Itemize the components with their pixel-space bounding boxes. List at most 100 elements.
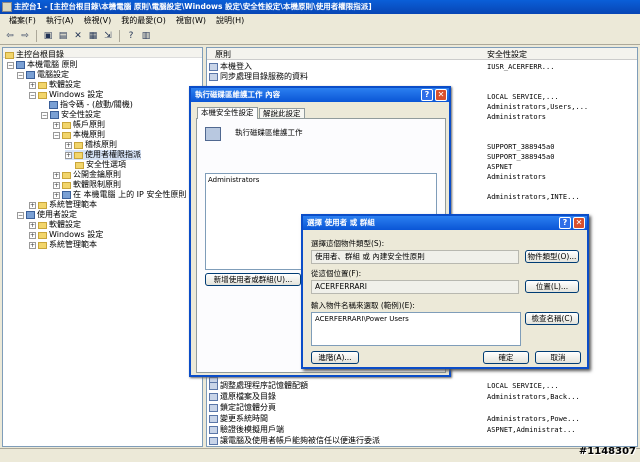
- tree-item-security-settings[interactable]: − 安全性設定: [41, 110, 101, 120]
- locations-button[interactable]: 位置(L)...: [525, 280, 579, 293]
- list-item[interactable]: 驗證後模擬用戶端: [209, 425, 284, 435]
- setting-value: SUPPORT_388945a0: [487, 143, 555, 151]
- folder-icon: [62, 121, 71, 129]
- dialog-title: 執行磁碟區維護工作 內容: [195, 90, 281, 99]
- menu-bar: 檔案(F) 執行(A) 檢視(V) 我的最愛(O) 視窗(W) 說明(H): [0, 14, 640, 28]
- folder-icon: [5, 51, 14, 59]
- cancel-button[interactable]: 取消: [535, 351, 581, 364]
- network-icon: [62, 191, 71, 199]
- tree-item-user-rights[interactable]: + 使用者權限指派: [65, 150, 141, 160]
- tree-item-ipsec[interactable]: + 在 本機電腦 上的 IP 安全性原則: [53, 190, 186, 200]
- tree-item-console-root[interactable]: 主控台根目錄: [5, 50, 64, 60]
- tab-local-security[interactable]: 本機安全性設定: [197, 107, 258, 119]
- folder-icon: [62, 181, 71, 189]
- tree-item-local-policy[interactable]: − 本機電腦 原則: [7, 60, 78, 70]
- tree-item-audit-policy[interactable]: + 稽核原則: [65, 140, 117, 150]
- menu-favorites[interactable]: 我的最愛(O): [116, 14, 171, 28]
- window-title: 主控台1 - [主控台根目錄\本機電腦 原則\電腦設定\Windows 設定\安…: [14, 2, 372, 11]
- list-header: 原則 安全性設定: [207, 48, 637, 60]
- tree-item-admin-templates[interactable]: + 系統管理範本: [29, 200, 97, 210]
- tree-item-scripts[interactable]: 指令碼 - (啟動/關機): [49, 100, 133, 110]
- advanced-button[interactable]: 進階(A)...: [311, 351, 359, 364]
- help-icon[interactable]: ?: [125, 30, 137, 42]
- folder-icon: [62, 171, 71, 179]
- menu-window[interactable]: 視窗(W): [171, 14, 211, 28]
- forward-icon[interactable]: ⇨: [19, 30, 31, 42]
- policy-icon: [205, 127, 221, 141]
- member-item[interactable]: Administrators: [206, 174, 436, 186]
- list-item[interactable]: 同步處理目錄服務的資料: [209, 72, 308, 82]
- help-button[interactable]: ?: [421, 89, 433, 101]
- tree-item-software-settings[interactable]: + 軟體設定: [29, 80, 81, 90]
- window-titlebar: 主控台1 - [主控台根目錄\本機電腦 原則\電腦設定\Windows 設定\安…: [0, 0, 640, 14]
- list-item[interactable]: 變更系統時間: [209, 414, 268, 424]
- folder-icon: [62, 131, 71, 139]
- object-names-input[interactable]: ACERFERRARI\Power Users: [311, 312, 521, 346]
- export-icon[interactable]: ⇲: [102, 30, 114, 42]
- setting-value: IUSR_ACERFERR...: [487, 63, 555, 71]
- tree-item-local-policies[interactable]: − 本機原則: [53, 130, 105, 140]
- location-label: 從這個位置(F):: [311, 269, 362, 278]
- column-setting[interactable]: 安全性設定: [487, 49, 527, 60]
- setting-value: Administrators,Users,...: [487, 103, 589, 111]
- help-button[interactable]: ?: [559, 217, 571, 229]
- policy-icon: [209, 72, 218, 81]
- list-item[interactable]: 本機登入: [209, 62, 252, 72]
- menu-view[interactable]: 檢視(V): [79, 14, 117, 28]
- properties-icon[interactable]: ▦: [87, 30, 99, 42]
- object-names-label: 輸入物件名稱來選取 (範例)(E):: [311, 301, 415, 310]
- show-tree-icon[interactable]: ▤: [57, 30, 69, 42]
- list-item[interactable]: 還原檔案及目錄: [209, 392, 276, 402]
- list-item[interactable]: 調整處理程序記憶體配額: [209, 381, 308, 391]
- menu-help[interactable]: 說明(H): [211, 14, 249, 28]
- menu-action[interactable]: 執行(A): [41, 14, 79, 28]
- policy-icon: [209, 62, 218, 71]
- object-types-button[interactable]: 物件類型(O)...: [525, 250, 579, 263]
- menu-file[interactable]: 檔案(F): [4, 14, 41, 28]
- folder-icon: [38, 241, 47, 249]
- list-item[interactable]: 鎖定記憶體分頁: [209, 403, 276, 413]
- location-field: ACERFERRARI: [311, 280, 519, 294]
- setting-value: Administrators,Back...: [487, 393, 580, 401]
- folder-icon: [38, 91, 47, 99]
- close-button[interactable]: ✕: [435, 89, 447, 101]
- list-item[interactable]: 讓電腦及使用者帳戶能夠被信任以便進行委派: [209, 436, 380, 446]
- tree-item-software-restriction[interactable]: + 軟體限制原則: [53, 180, 121, 190]
- tree-item-security-options[interactable]: 安全性選項: [75, 160, 126, 170]
- folder-icon: [74, 141, 83, 149]
- policy-icon: [209, 436, 218, 445]
- tree-item-user-config[interactable]: − 使用者設定: [17, 210, 77, 220]
- shield-icon: [50, 111, 59, 119]
- ok-button[interactable]: 確定: [483, 351, 529, 364]
- folder-icon: [38, 201, 47, 209]
- policy-icon: [209, 425, 218, 434]
- delete-icon[interactable]: ✕: [72, 30, 84, 42]
- setting-value: LOCAL SERVICE,...: [487, 382, 559, 390]
- tree-item-computer-config[interactable]: − 電腦設定: [17, 70, 69, 80]
- close-button[interactable]: ✕: [573, 217, 585, 229]
- toolbar: ⇦ ⇨ ▣ ▤ ✕ ▦ ⇲ ? ▥: [0, 28, 640, 45]
- tree-item-public-key[interactable]: + 公開金鑰原則: [53, 170, 121, 180]
- setting-value: ASPNET: [487, 163, 513, 171]
- up-folder-icon[interactable]: ▣: [42, 30, 54, 42]
- check-names-button[interactable]: 檢查名稱(C): [525, 312, 579, 325]
- column-policy[interactable]: 原則: [215, 49, 231, 60]
- add-user-button[interactable]: 新增使用者或群組(U)...: [205, 273, 301, 286]
- tree-item-windows-settings[interactable]: − Windows 設定: [29, 90, 103, 100]
- policy-icon: [209, 403, 218, 412]
- tree-item-user-admin-templates[interactable]: + 系統管理範本: [29, 240, 97, 250]
- tree-item-user-windows[interactable]: + Windows 設定: [29, 230, 103, 240]
- tree-item-user-software[interactable]: + 軟體設定: [29, 220, 81, 230]
- computer-icon: [26, 71, 35, 79]
- dialog-title: 選擇 使用者 或 群組: [307, 218, 375, 227]
- folder-icon: [38, 231, 47, 239]
- policy-heading: 執行磁碟區維護工作: [235, 128, 303, 137]
- user-icon: [26, 211, 35, 219]
- watermark: #1148307: [578, 446, 636, 457]
- setting-value: Administrators,INTE...: [487, 193, 580, 201]
- back-icon[interactable]: ⇦: [4, 30, 16, 42]
- dialog-titlebar: 執行磁碟區維護工作 內容 ? ✕: [191, 88, 449, 102]
- view-icon[interactable]: ▥: [140, 30, 152, 42]
- setting-value: ASPNET,Administrat...: [487, 426, 576, 434]
- tree-item-account-policies[interactable]: + 帳戶原則: [53, 120, 105, 130]
